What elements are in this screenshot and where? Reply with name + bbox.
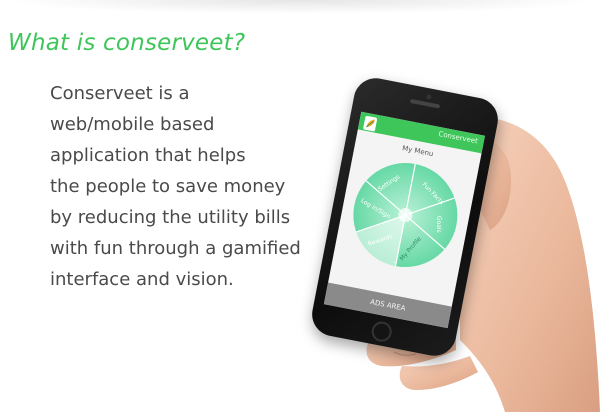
- phone-screen: Conserveet My Menu Fun Facts Goals My Pr…: [323, 111, 485, 329]
- phone-camera: [425, 93, 432, 100]
- section-heading: What is conserveet?: [8, 30, 246, 56]
- page: What is conserveet? Conserveet is a web/…: [0, 0, 600, 412]
- description-line: interface and vision.: [50, 269, 234, 290]
- menu-wheel: Fun Facts Goals My Profile Rewards Log i…: [353, 163, 458, 268]
- phone-speaker: [409, 98, 441, 109]
- description-line: Conserveet is a: [50, 83, 190, 104]
- description-line: application that helps: [50, 145, 246, 166]
- description-text: Conserveet is a web/mobile based applica…: [50, 78, 320, 295]
- description-line: the people to save money: [50, 176, 286, 197]
- wheel-item[interactable]: Goals: [435, 216, 442, 233]
- phone-in-hand-illustration: Conserveet My Menu Fun Facts Goals My Pr…: [308, 60, 600, 412]
- description-line: web/mobile based: [50, 114, 215, 135]
- leaf-logo-icon: [363, 115, 378, 132]
- app-title: Conserveet: [437, 129, 479, 146]
- ads-area: ADS AREA: [323, 282, 452, 329]
- description-line: with fun through a gamified: [50, 238, 301, 259]
- top-shadow: [0, 0, 600, 14]
- description-line: by reducing the utility bills: [50, 207, 291, 228]
- phone-home-button: [369, 319, 394, 344]
